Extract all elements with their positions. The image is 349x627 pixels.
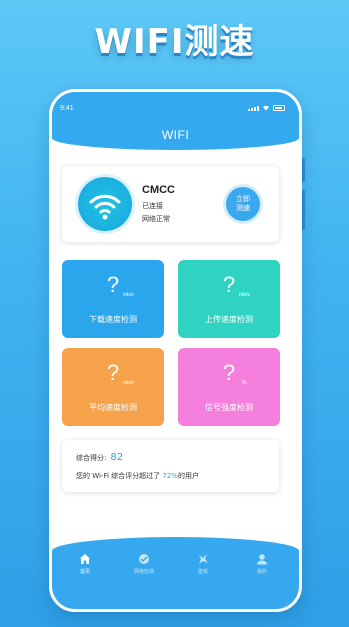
tile-label: 上传速度检测 (205, 315, 253, 324)
start-test-label-line2: 测速 (236, 204, 250, 212)
tile-value: ? (106, 272, 120, 297)
average-speed-tile[interactable]: ? mb/s 平均速度检测 (62, 348, 164, 426)
app-header: 9:41 WIFI (52, 92, 299, 150)
wallpaper-icon (199, 554, 208, 564)
score-card: 综合得分: 82 您的 Wi-Fi 综合评分超过了 72%的用户 (62, 440, 279, 492)
tab-label: 网络检测 (133, 569, 154, 575)
cellular-signal-icon (248, 106, 259, 111)
wifi-signal-badge (78, 177, 132, 231)
tab-label: 我的 (256, 569, 267, 575)
score-line: 综合得分: 82 (76, 452, 123, 463)
upload-speed-tile[interactable]: ? mb/s 上传速度检测 (178, 260, 280, 338)
signal-strength-tile[interactable]: ? % 信号强度检测 (178, 348, 280, 426)
tile-label: 下载速度检测 (89, 315, 137, 324)
tab-label: 首页 (79, 569, 90, 575)
start-test-label-line1: 立即 (236, 195, 250, 203)
home-icon (80, 554, 90, 564)
tab-wallpaper[interactable]: 壁纸 (178, 553, 228, 575)
score-desc-prefix: 您的 Wi-Fi 综合评分超过了 (76, 472, 161, 480)
tile-label: 平均速度检测 (89, 403, 137, 412)
tile-unit: % (242, 380, 247, 386)
score-percent: 72% (162, 472, 178, 480)
status-time: 9:41 (60, 105, 74, 112)
bottom-tab-bar: 首页 网络检测 壁纸 我的 (52, 537, 299, 609)
tab-home[interactable]: 首页 (60, 553, 110, 575)
tile-value: ? (106, 360, 120, 385)
wifi-info-card: CMCC 已连接 网络正常 立即 测速 (62, 166, 279, 242)
wifi-ssid: CMCC (142, 184, 175, 196)
score-desc-suffix: 的用户 (177, 472, 199, 480)
tile-unit: mb/s (239, 292, 250, 298)
score-description: 您的 Wi-Fi 综合评分超过了 72%的用户 (76, 471, 199, 481)
wifi-icon (89, 194, 121, 220)
score-value: 82 (110, 452, 124, 463)
tile-unit: mb/s (123, 292, 134, 298)
phone-frame: 9:41 WIFI CMCC 已连接 网络正常 立即 测速 ? mb/s 下载速… (49, 89, 302, 612)
battery-icon (273, 105, 285, 111)
tile-value: ? (222, 272, 236, 297)
tab-label: 壁纸 (197, 569, 208, 575)
tab-profile[interactable]: 我的 (237, 553, 287, 575)
connection-status: 已连接 (142, 202, 163, 210)
tab-network-check[interactable]: 网络检测 (119, 553, 169, 575)
tile-label: 信号强度检测 (205, 403, 253, 412)
tile-unit: mb/s (123, 380, 134, 386)
status-icons (248, 104, 285, 111)
network-status: 网络正常 (142, 215, 170, 223)
tile-value: ? (222, 360, 236, 385)
network-check-icon (139, 554, 149, 564)
page-title: WIFI (161, 128, 190, 142)
download-speed-tile[interactable]: ? mb/s 下载速度检测 (62, 260, 164, 338)
score-label: 综合得分: (76, 454, 107, 462)
profile-icon (257, 554, 267, 565)
start-test-button[interactable]: 立即 测速 (226, 187, 260, 221)
promo-title: WIFI测速 (94, 22, 255, 62)
wifi-status-icon (263, 105, 269, 111)
